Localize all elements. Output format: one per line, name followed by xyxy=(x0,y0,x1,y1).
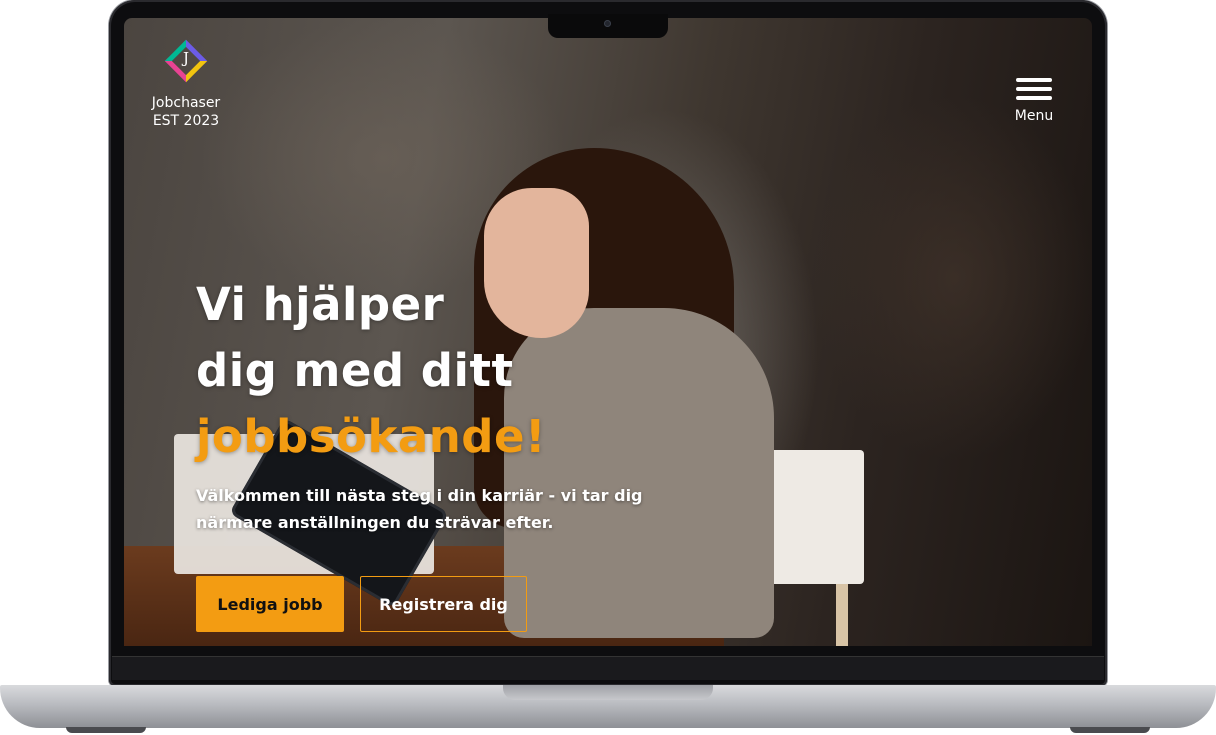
register-button[interactable]: Registrera dig xyxy=(360,576,527,632)
laptop-foot-left xyxy=(66,727,146,733)
logo-letter: J xyxy=(182,49,189,67)
hero-subtitle: Välkommen till nästa steg i din karriär … xyxy=(196,486,643,532)
brand-logo[interactable]: J Jobchaser EST 2023 xyxy=(148,38,224,130)
laptop-base-notch xyxy=(503,685,713,700)
screen-bottom-bezel xyxy=(112,656,1104,680)
logo-diamond-icon: J xyxy=(163,38,209,84)
background-chair-leg xyxy=(836,584,848,646)
brand-name: Jobchaser xyxy=(151,95,221,111)
menu-label: Menu xyxy=(1014,108,1054,124)
menu-button[interactable]: Menu xyxy=(1010,76,1058,124)
hero-screen: J Jobchaser EST 2023 Menu Vi hjälper dig… xyxy=(124,18,1092,646)
headline-line-1: Vi hjälper xyxy=(196,278,445,331)
headline-line-2: dig med ditt xyxy=(196,344,514,397)
camera-icon xyxy=(604,20,611,27)
hamburger-icon xyxy=(1016,76,1052,102)
hero-headline: Vi hjälper dig med ditt jobbsökande! xyxy=(196,272,546,470)
camera-notch xyxy=(548,14,668,38)
brand-established: EST 2023 xyxy=(152,113,220,129)
headline-accent: jobbsökande! xyxy=(196,410,547,463)
available-jobs-button[interactable]: Lediga jobb xyxy=(196,576,344,632)
laptop-foot-right xyxy=(1070,727,1150,733)
